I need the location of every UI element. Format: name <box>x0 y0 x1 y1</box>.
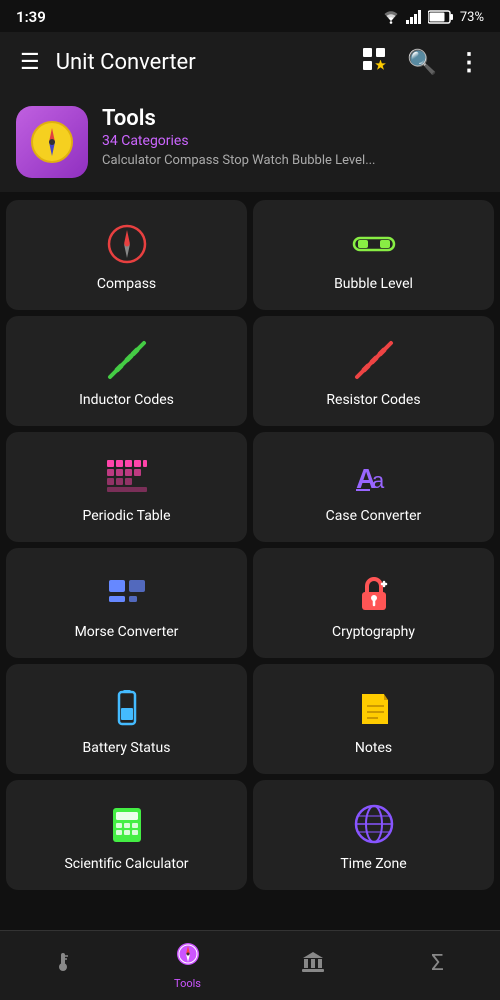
resistor-codes-label: Resistor Codes <box>326 392 420 408</box>
app-icon-box <box>16 106 88 178</box>
battery-text: 73% <box>460 10 484 25</box>
search-icon[interactable]: 🔍 <box>401 42 443 82</box>
app-title: Unit Converter <box>56 50 355 75</box>
signal-icon <box>406 10 422 24</box>
battery-status-label: Battery Status <box>83 740 171 756</box>
grid-item-scientific-calculator[interactable]: Scientific Calculator <box>6 780 247 890</box>
grid-item-compass[interactable]: Compass <box>6 200 247 310</box>
nav-item-bank[interactable] <box>250 950 375 982</box>
tools-nav-label: Tools <box>174 977 201 990</box>
app-name: Tools <box>102 106 376 131</box>
battery-status-icon <box>105 686 149 730</box>
header-text: Tools 34 Categories Calculator Compass S… <box>102 106 376 168</box>
nav-item-tools[interactable]: Tools <box>125 941 250 990</box>
status-icons: 73% <box>382 10 484 25</box>
bubble-level-icon <box>352 222 396 266</box>
cryptography-icon <box>352 570 396 614</box>
more-icon[interactable]: ⋮ <box>451 42 488 82</box>
bubble-level-label: Bubble Level <box>334 276 413 292</box>
top-bar: ☰ Unit Converter 🔍 ⋮ <box>0 32 500 92</box>
compass-nav-icon <box>175 941 201 973</box>
top-bar-icons: 🔍 ⋮ <box>355 40 488 84</box>
status-time: 1:39 <box>16 8 46 26</box>
status-bar: 1:39 73% <box>0 0 500 32</box>
case-converter-label: Case Converter <box>326 508 422 524</box>
hamburger-icon[interactable]: ☰ <box>12 42 48 83</box>
grid-item-inductor-codes[interactable]: Inductor Codes <box>6 316 247 426</box>
bottom-nav: Tools Σ <box>0 930 500 1000</box>
resistor-icon <box>352 338 396 382</box>
scientific-calculator-label: Scientific Calculator <box>64 856 188 872</box>
bank-nav-icon <box>301 950 325 978</box>
compass-label: Compass <box>97 276 156 292</box>
grid-item-bubble-level[interactable]: Bubble Level <box>253 200 494 310</box>
morse-converter-label: Morse Converter <box>75 624 179 640</box>
grid-item-periodic-table[interactable]: Periodic Table <box>6 432 247 542</box>
periodic-table-label: Periodic Table <box>82 508 170 524</box>
wifi-icon <box>382 10 400 24</box>
grid-item-time-zone[interactable]: Time Zone <box>253 780 494 890</box>
svg-text:a: a <box>372 468 385 493</box>
time-zone-label: Time Zone <box>340 856 406 872</box>
grid-star-icon[interactable] <box>355 40 393 84</box>
categories-label: 34 Categories <box>102 133 376 149</box>
notes-icon <box>352 686 396 730</box>
inductor-codes-label: Inductor Codes <box>79 392 174 408</box>
grid-item-cryptography[interactable]: Cryptography <box>253 548 494 658</box>
case-converter-icon: A a <box>352 454 396 498</box>
grid-item-battery-status[interactable]: Battery Status <box>6 664 247 774</box>
compass-icon <box>105 222 149 266</box>
thermometer-nav-icon <box>52 950 74 978</box>
compass-header-icon <box>28 118 76 166</box>
sigma-nav-icon: Σ <box>431 951 444 976</box>
battery-icon <box>428 10 454 24</box>
grid-item-case-converter[interactable]: A a Case Converter <box>253 432 494 542</box>
nav-item-sigma[interactable]: Σ <box>375 951 500 980</box>
morse-icon <box>105 570 149 614</box>
nav-item-thermometer[interactable] <box>0 950 125 982</box>
header-card: Tools 34 Categories Calculator Compass S… <box>0 92 500 192</box>
inductor-icon <box>105 338 149 382</box>
periodic-table-icon <box>105 454 149 498</box>
app-description: Calculator Compass Stop Watch Bubble Lev… <box>102 153 376 168</box>
cryptography-label: Cryptography <box>332 624 415 640</box>
grid-item-morse-converter[interactable]: Morse Converter <box>6 548 247 658</box>
time-zone-icon <box>352 802 396 846</box>
grid-item-notes[interactable]: Notes <box>253 664 494 774</box>
scientific-calculator-icon <box>105 802 149 846</box>
grid-scroll-area: Compass Bubble Level <box>0 200 500 938</box>
notes-label: Notes <box>355 740 392 756</box>
grid-item-resistor-codes[interactable]: Resistor Codes <box>253 316 494 426</box>
tools-grid: Compass Bubble Level <box>0 200 500 890</box>
